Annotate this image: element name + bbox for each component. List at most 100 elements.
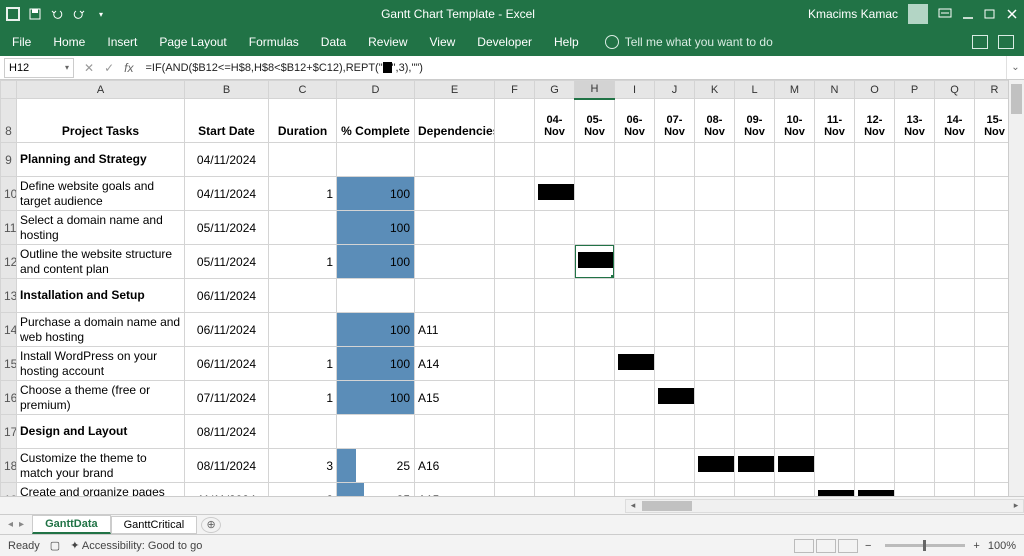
cell[interactable] — [655, 143, 695, 177]
cell[interactable] — [935, 245, 975, 279]
col-header-H[interactable]: H — [575, 81, 615, 99]
tab-nav-next-icon[interactable]: ▸ — [19, 519, 24, 530]
cell[interactable] — [935, 279, 975, 313]
col-header-O[interactable]: O — [855, 81, 895, 99]
cell[interactable] — [935, 313, 975, 347]
undo-icon[interactable] — [50, 7, 64, 21]
scroll-left-icon[interactable]: ◂ — [626, 500, 640, 512]
enter-formula-icon[interactable]: ✓ — [104, 61, 114, 75]
cell[interactable] — [695, 279, 735, 313]
cell[interactable] — [655, 211, 695, 245]
cell[interactable] — [895, 347, 935, 381]
cell-date[interactable]: 04/11/2024 — [185, 177, 269, 211]
cell-date[interactable]: 11/11/2024 — [185, 483, 269, 497]
cell[interactable] — [655, 279, 695, 313]
cell[interactable] — [535, 415, 575, 449]
cell[interactable] — [935, 211, 975, 245]
cell[interactable] — [935, 415, 975, 449]
share-icon[interactable] — [972, 35, 988, 49]
cell[interactable] — [895, 381, 935, 415]
cell[interactable] — [815, 347, 855, 381]
cell[interactable] — [895, 313, 935, 347]
cell[interactable] — [695, 143, 735, 177]
cell-date[interactable]: 07/11/2024 — [185, 381, 269, 415]
view-page-break-icon[interactable] — [838, 539, 858, 553]
col-header-A[interactable]: A — [17, 81, 185, 99]
cell[interactable] — [495, 177, 535, 211]
cell[interactable] — [735, 381, 775, 415]
cell[interactable] — [695, 483, 735, 497]
hdr-project-tasks[interactable]: Project Tasks — [17, 99, 185, 143]
cell-task[interactable]: Purchase a domain name and web hosting — [17, 313, 185, 347]
zoom-level[interactable]: 100% — [988, 540, 1016, 552]
row-header-14[interactable]: 14 — [1, 313, 17, 347]
cell[interactable] — [855, 177, 895, 211]
cell[interactable] — [495, 449, 535, 483]
cell-duration[interactable]: 1 — [269, 347, 337, 381]
cell[interactable] — [735, 313, 775, 347]
cell-dep[interactable] — [415, 245, 495, 279]
col-header-G[interactable]: G — [535, 81, 575, 99]
cell[interactable] — [895, 211, 935, 245]
cell[interactable] — [575, 483, 615, 497]
cell-task[interactable]: Create and organize pages and posts — [17, 483, 185, 497]
cell-date[interactable]: 08/11/2024 — [185, 449, 269, 483]
cell-complete[interactable]: 35 — [337, 483, 415, 497]
cell[interactable] — [855, 381, 895, 415]
cell-dep[interactable] — [415, 415, 495, 449]
cell[interactable] — [655, 347, 695, 381]
tab-file[interactable]: File — [12, 35, 31, 49]
cell-task[interactable]: Installation and Setup — [17, 279, 185, 313]
cell[interactable] — [575, 347, 615, 381]
tab-home[interactable]: Home — [53, 35, 85, 49]
zoom-in-icon[interactable]: + — [973, 540, 979, 552]
cell[interactable] — [695, 449, 735, 483]
cell[interactable] — [855, 483, 895, 497]
cell[interactable] — [535, 177, 575, 211]
cell[interactable] — [935, 347, 975, 381]
cell[interactable] — [855, 313, 895, 347]
cell[interactable] — [655, 381, 695, 415]
row-header-10[interactable]: 10 — [1, 177, 17, 211]
cell[interactable] — [855, 143, 895, 177]
worksheet[interactable]: ABCDEFGHIJKLMNOPQR8Project TasksStart Da… — [0, 80, 1024, 496]
cell[interactable] — [615, 483, 655, 497]
col-header-J[interactable]: J — [655, 81, 695, 99]
row-header-17[interactable]: 17 — [1, 415, 17, 449]
cell[interactable] — [775, 245, 815, 279]
name-box[interactable]: H12▾ — [4, 58, 74, 78]
cell[interactable] — [535, 245, 575, 279]
cell[interactable] — [735, 211, 775, 245]
cell[interactable] — [695, 245, 735, 279]
cell[interactable] — [935, 449, 975, 483]
cell[interactable] — [495, 381, 535, 415]
col-header-K[interactable]: K — [695, 81, 735, 99]
minimize-icon[interactable] — [962, 8, 974, 20]
cell-dep[interactable]: A15 — [415, 381, 495, 415]
cell[interactable] — [655, 449, 695, 483]
cell[interactable] — [535, 381, 575, 415]
cell-task[interactable]: Select a domain name and hosting — [17, 211, 185, 245]
cell-task[interactable]: Customize the theme to match your brand — [17, 449, 185, 483]
cell[interactable] — [495, 347, 535, 381]
cell-dep[interactable] — [415, 211, 495, 245]
cell[interactable] — [535, 449, 575, 483]
cell-complete[interactable]: 100 — [337, 211, 415, 245]
cell[interactable] — [575, 211, 615, 245]
tab-view[interactable]: View — [430, 35, 456, 49]
col-header-C[interactable]: C — [269, 81, 337, 99]
cell[interactable] — [695, 347, 735, 381]
cell[interactable] — [735, 245, 775, 279]
cell[interactable] — [535, 279, 575, 313]
chevron-down-icon[interactable]: ▾ — [65, 63, 69, 72]
cell-duration[interactable]: 3 — [269, 449, 337, 483]
cell[interactable] — [575, 245, 615, 279]
cell-complete[interactable]: 100 — [337, 347, 415, 381]
cell[interactable] — [935, 381, 975, 415]
cell[interactable] — [495, 279, 535, 313]
cell-date[interactable]: 06/11/2024 — [185, 347, 269, 381]
cell[interactable] — [535, 313, 575, 347]
cell-dep[interactable] — [415, 177, 495, 211]
row-header-19[interactable]: 19 — [1, 483, 17, 497]
col-header-B[interactable]: B — [185, 81, 269, 99]
